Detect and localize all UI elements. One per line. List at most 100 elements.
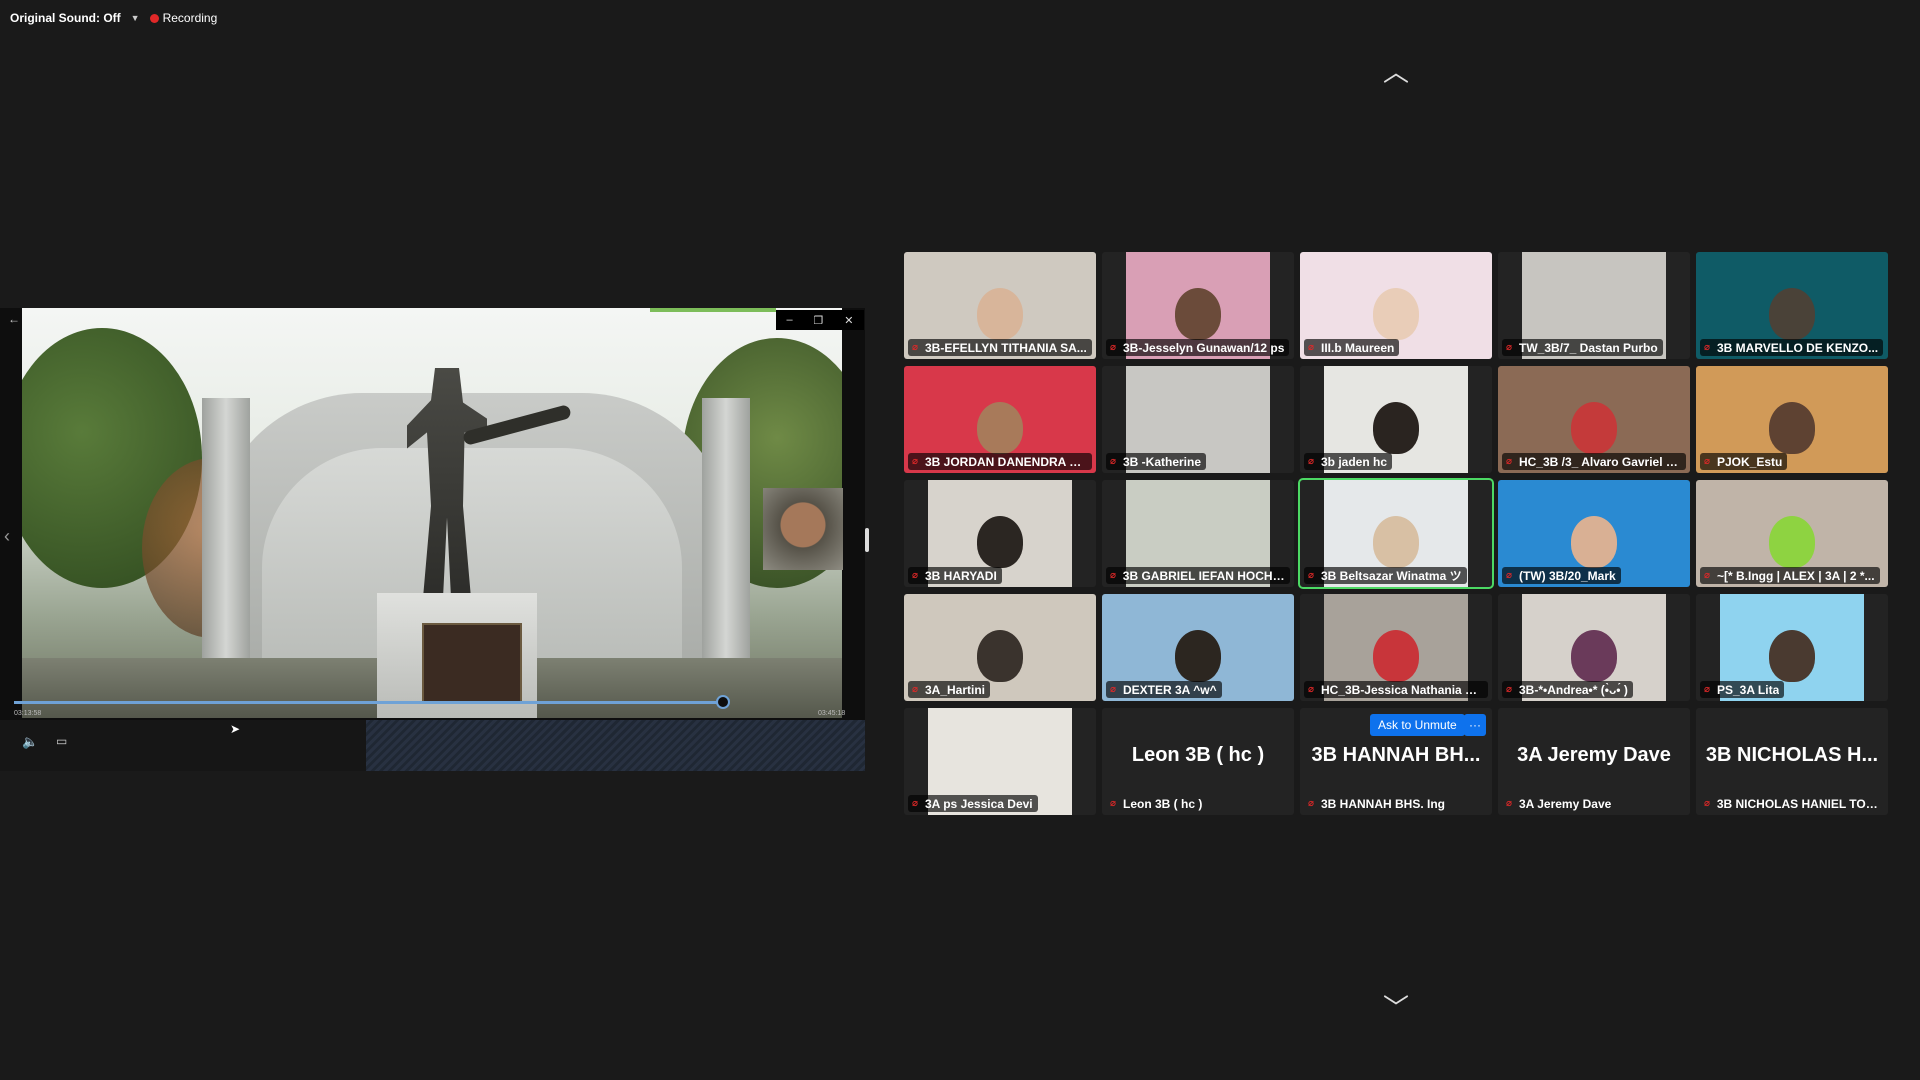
participant-name: 3b jaden hc: [1321, 454, 1388, 469]
participant-tile[interactable]: ⌀ III.b Maureen: [1300, 252, 1492, 359]
participant-name: 3B-*•Andrea•* (•̀ᴗ•́ ): [1519, 682, 1628, 697]
participant-tile[interactable]: 3A Jeremy Dave ⌀ 3A Jeremy Dave: [1498, 708, 1690, 815]
participant-name: 3B NICHOLAS HANIEL TOHA: [1716, 796, 1879, 811]
participant-tile[interactable]: ⌀ 3B GABRIEL IEFAN HOCHEN: [1102, 480, 1294, 587]
participant-tile[interactable]: ⌀ 3B MARVELLO DE KENZO...: [1696, 252, 1888, 359]
split-resize-handle[interactable]: [865, 528, 869, 552]
mic-muted-icon: ⌀: [1506, 798, 1513, 809]
participant-face: [1571, 402, 1617, 454]
participant-name: 3B -Katherine: [1123, 454, 1202, 469]
participant-face: [1769, 402, 1815, 454]
participant-tile[interactable]: ⌀ (TW) 3B/20_Mark: [1498, 480, 1690, 587]
minimize-icon[interactable]: –: [786, 314, 792, 326]
participant-tile[interactable]: ⌀ 3B-EFELLYN TITHANIA SA...: [904, 252, 1096, 359]
video-progress-bar[interactable]: [14, 701, 724, 704]
participant-tile[interactable]: ⌀ 3B-*•Andrea•* (•̀ᴗ•́ ): [1498, 594, 1690, 701]
chevron-up-icon[interactable]: ︿: [1378, 52, 1414, 87]
participant-name-label: ⌀ 3b jaden hc: [1304, 453, 1393, 470]
participant-name-label: ⌀ PS_3A Lita: [1700, 681, 1785, 698]
chevron-down-icon[interactable]: ▼: [131, 13, 140, 23]
video-control-pattern: [366, 720, 865, 771]
participant-tile[interactable]: ⌀ 3B-Jesselyn Gunawan/12 ps: [1102, 252, 1294, 359]
mic-muted-icon: ⌀: [1110, 570, 1117, 581]
participant-tile[interactable]: ⌀ 3B JORDAN DANENDRA S...: [904, 366, 1096, 473]
mic-muted-icon: ⌀: [912, 684, 919, 695]
participant-name: DEXTER 3A ^w^: [1123, 682, 1217, 697]
mic-muted-icon: ⌀: [1308, 570, 1315, 581]
participant-tile[interactable]: ⌀ DEXTER 3A ^w^: [1102, 594, 1294, 701]
participant-name-label: ⌀ HC_3B /3_ Alvaro Gavriel P...: [1502, 453, 1686, 470]
mic-muted-icon: ⌀: [1506, 570, 1513, 581]
participant-tile[interactable]: ⌀ PJOK_Estu: [1696, 366, 1888, 473]
participant-tile[interactable]: ⌀ HC_3B /3_ Alvaro Gavriel P...: [1498, 366, 1690, 473]
participant-name: PS_3A Lita: [1717, 682, 1780, 697]
participant-name: HC_3B /3_ Alvaro Gavriel P...: [1518, 454, 1681, 469]
participant-tile[interactable]: ⌀ 3A ps Jessica Devi: [904, 708, 1096, 815]
video-time-elapsed: 03:13:58: [14, 710, 42, 717]
ask-to-unmute-button[interactable]: Ask to Unmute: [1370, 714, 1465, 736]
close-icon[interactable]: ✕: [844, 314, 853, 327]
shared-screen[interactable]: – ❐ ✕ ← ‹ 03:13:58 03:45:18 🔈 ▭ ➤: [0, 308, 865, 771]
participant-face: [977, 402, 1023, 454]
participant-tile[interactable]: ⌀ ~[* B.Ingg | ALEX | 3A | 2 *...: [1696, 480, 1888, 587]
participant-name: 3B-Jesselyn Gunawan/12 ps: [1123, 340, 1285, 355]
participant-name-label: ⌀ 3B GABRIEL IEFAN HOCHEN: [1106, 567, 1290, 584]
participant-tile[interactable]: 3B NICHOLAS H... ⌀ 3B NICHOLAS HANIEL TOHA: [1696, 708, 1888, 815]
mic-muted-icon: ⌀: [1704, 684, 1711, 695]
participant-tile[interactable]: ⌀ 3b jaden hc: [1300, 366, 1492, 473]
video-window-controls: – ❐ ✕: [776, 310, 864, 330]
more-options-button[interactable]: ···: [1464, 714, 1486, 736]
chevron-left-icon[interactable]: ‹: [4, 526, 10, 547]
mic-muted-icon: ⌀: [1704, 570, 1711, 581]
participant-face: [1769, 630, 1815, 682]
participant-tile[interactable]: ⌀ PS_3A Lita: [1696, 594, 1888, 701]
participant-face: [977, 288, 1023, 340]
participant-name: 3B MARVELLO DE KENZO...: [1717, 340, 1879, 355]
restore-icon[interactable]: ❐: [814, 314, 824, 327]
participant-name: 3A ps Jessica Devi: [925, 796, 1033, 811]
participant-tile[interactable]: ⌀ HC_3B-Jessica Nathania H...: [1300, 594, 1492, 701]
participant-display-name: 3B HANNAH BH...: [1311, 744, 1481, 766]
original-sound-toggle[interactable]: Original Sound: Off: [10, 11, 121, 25]
participant-name: (TW) 3B/20_Mark: [1519, 568, 1616, 583]
participant-name-label: ⌀ TW_3B/7_ Dastan Purbo: [1502, 339, 1663, 356]
participant-name: 3A Jeremy Dave: [1519, 796, 1612, 811]
participant-name: HC_3B-Jessica Nathania H...: [1320, 682, 1483, 697]
participant-face: [1373, 402, 1419, 454]
scene-column: [702, 398, 750, 698]
mic-muted-icon: ⌀: [1308, 798, 1315, 809]
volume-icon[interactable]: 🔈: [22, 734, 38, 750]
video-progress-knob[interactable]: [716, 695, 730, 709]
scene-plaque: [422, 623, 522, 703]
participant-face: [1373, 288, 1419, 340]
caption-icon[interactable]: ▭: [56, 734, 67, 748]
participant-name-label: ⌀ 3B Beltsazar Winatma ツ: [1304, 567, 1467, 584]
participant-tile[interactable]: ⌀ 3B Beltsazar Winatma ツ: [1298, 478, 1494, 589]
participant-face: [1373, 630, 1419, 682]
participant-name: PJOK_Estu: [1717, 454, 1783, 469]
participant-tile[interactable]: ⌀ 3A_Hartini: [904, 594, 1096, 701]
participant-name: 3B JORDAN DANENDRA S...: [924, 454, 1087, 469]
mic-muted-icon: ⌀: [1308, 342, 1315, 353]
back-arrow-icon[interactable]: ←: [8, 312, 20, 326]
participant-tile[interactable]: ⌀ 3B HARYADI: [904, 480, 1096, 587]
participant-name-label: ⌀ PJOK_Estu: [1700, 453, 1788, 470]
mic-muted-icon: ⌀: [1704, 798, 1711, 809]
mic-muted-icon: ⌀: [1110, 798, 1117, 809]
participant-name: III.b Maureen: [1321, 340, 1395, 355]
participant-name-label: ⌀ ~[* B.Ingg | ALEX | 3A | 2 *...: [1700, 567, 1880, 584]
video-time-total: 03:45:18: [818, 710, 846, 717]
meeting-topbar: Original Sound: Off ▼ Recording: [10, 8, 217, 28]
participant-name-label: ⌀ III.b Maureen: [1304, 339, 1400, 356]
participant-tile[interactable]: Leon 3B ( hc ) ⌀ Leon 3B ( hc ): [1102, 708, 1294, 815]
participant-tile[interactable]: ⌀ 3B -Katherine: [1102, 366, 1294, 473]
mouse-cursor-icon: ➤: [230, 722, 241, 736]
participant-name-label: ⌀ 3A Jeremy Dave: [1502, 795, 1616, 812]
participant-tile[interactable]: ⌀ TW_3B/7_ Dastan Purbo: [1498, 252, 1690, 359]
participant-face: [977, 516, 1023, 568]
chevron-down-icon[interactable]: ﹀: [1378, 988, 1414, 1023]
presenter-camera-thumbnail[interactable]: [763, 488, 843, 570]
record-dot-icon: [149, 13, 159, 23]
share-indicator-bar: [650, 308, 776, 312]
participant-name-label: ⌀ 3B-EFELLYN TITHANIA SA...: [908, 339, 1092, 356]
